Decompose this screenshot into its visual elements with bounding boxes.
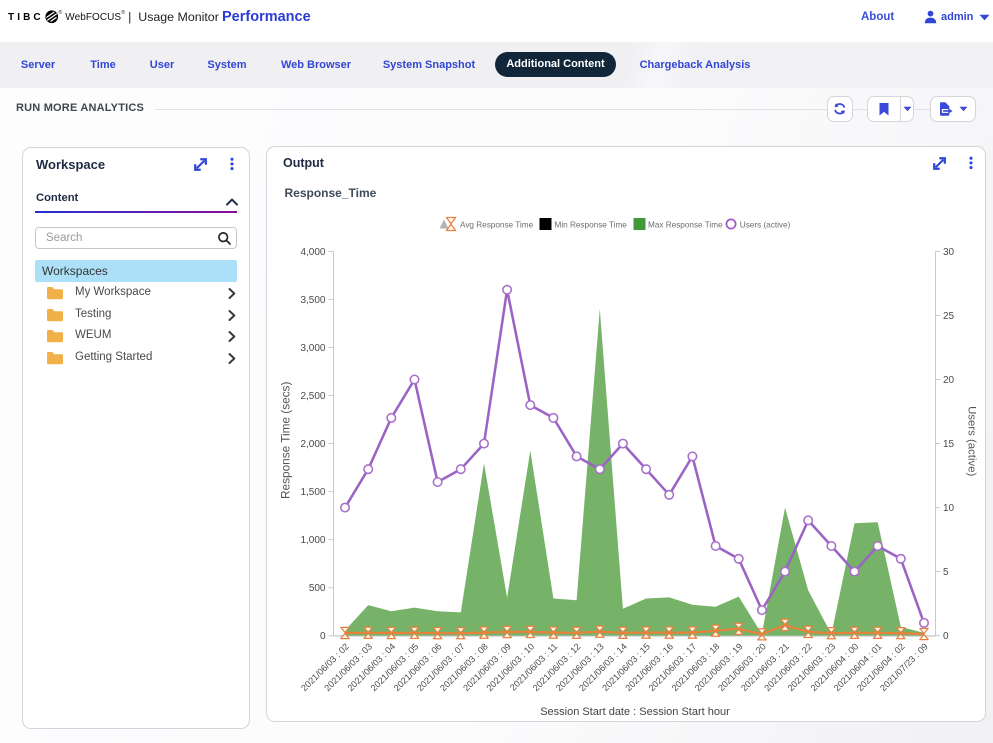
svg-text:3,500: 3,500 — [300, 295, 325, 306]
svg-text:0: 0 — [943, 631, 949, 642]
svg-text:Min Response Time: Min Response Time — [555, 220, 628, 229]
svg-text:1,500: 1,500 — [300, 487, 325, 498]
svg-text:5: 5 — [943, 567, 949, 578]
svg-text:20: 20 — [943, 375, 955, 386]
svg-text:4,000: 4,000 — [300, 247, 325, 258]
svg-text:2,500: 2,500 — [300, 391, 325, 402]
svg-text:2,000: 2,000 — [300, 439, 325, 450]
svg-text:1,000: 1,000 — [300, 535, 325, 546]
svg-text:Avg Response Time: Avg Response Time — [460, 220, 534, 229]
svg-text:Users (active): Users (active) — [740, 220, 791, 229]
svg-text:3,000: 3,000 — [300, 343, 325, 354]
svg-text:10: 10 — [943, 503, 955, 514]
svg-text:Users (active): Users (active) — [966, 406, 978, 476]
svg-text:Session Start date : Session S: Session Start date : Session Start hour — [540, 706, 730, 718]
svg-text:25: 25 — [943, 311, 955, 322]
svg-text:500: 500 — [309, 583, 326, 594]
svg-text:Response Time (secs): Response Time (secs) — [279, 382, 293, 499]
svg-text:30: 30 — [943, 247, 955, 258]
svg-text:Max Response Time: Max Response Time — [648, 220, 723, 229]
svg-text:15: 15 — [943, 439, 955, 450]
svg-text:0: 0 — [320, 631, 326, 642]
